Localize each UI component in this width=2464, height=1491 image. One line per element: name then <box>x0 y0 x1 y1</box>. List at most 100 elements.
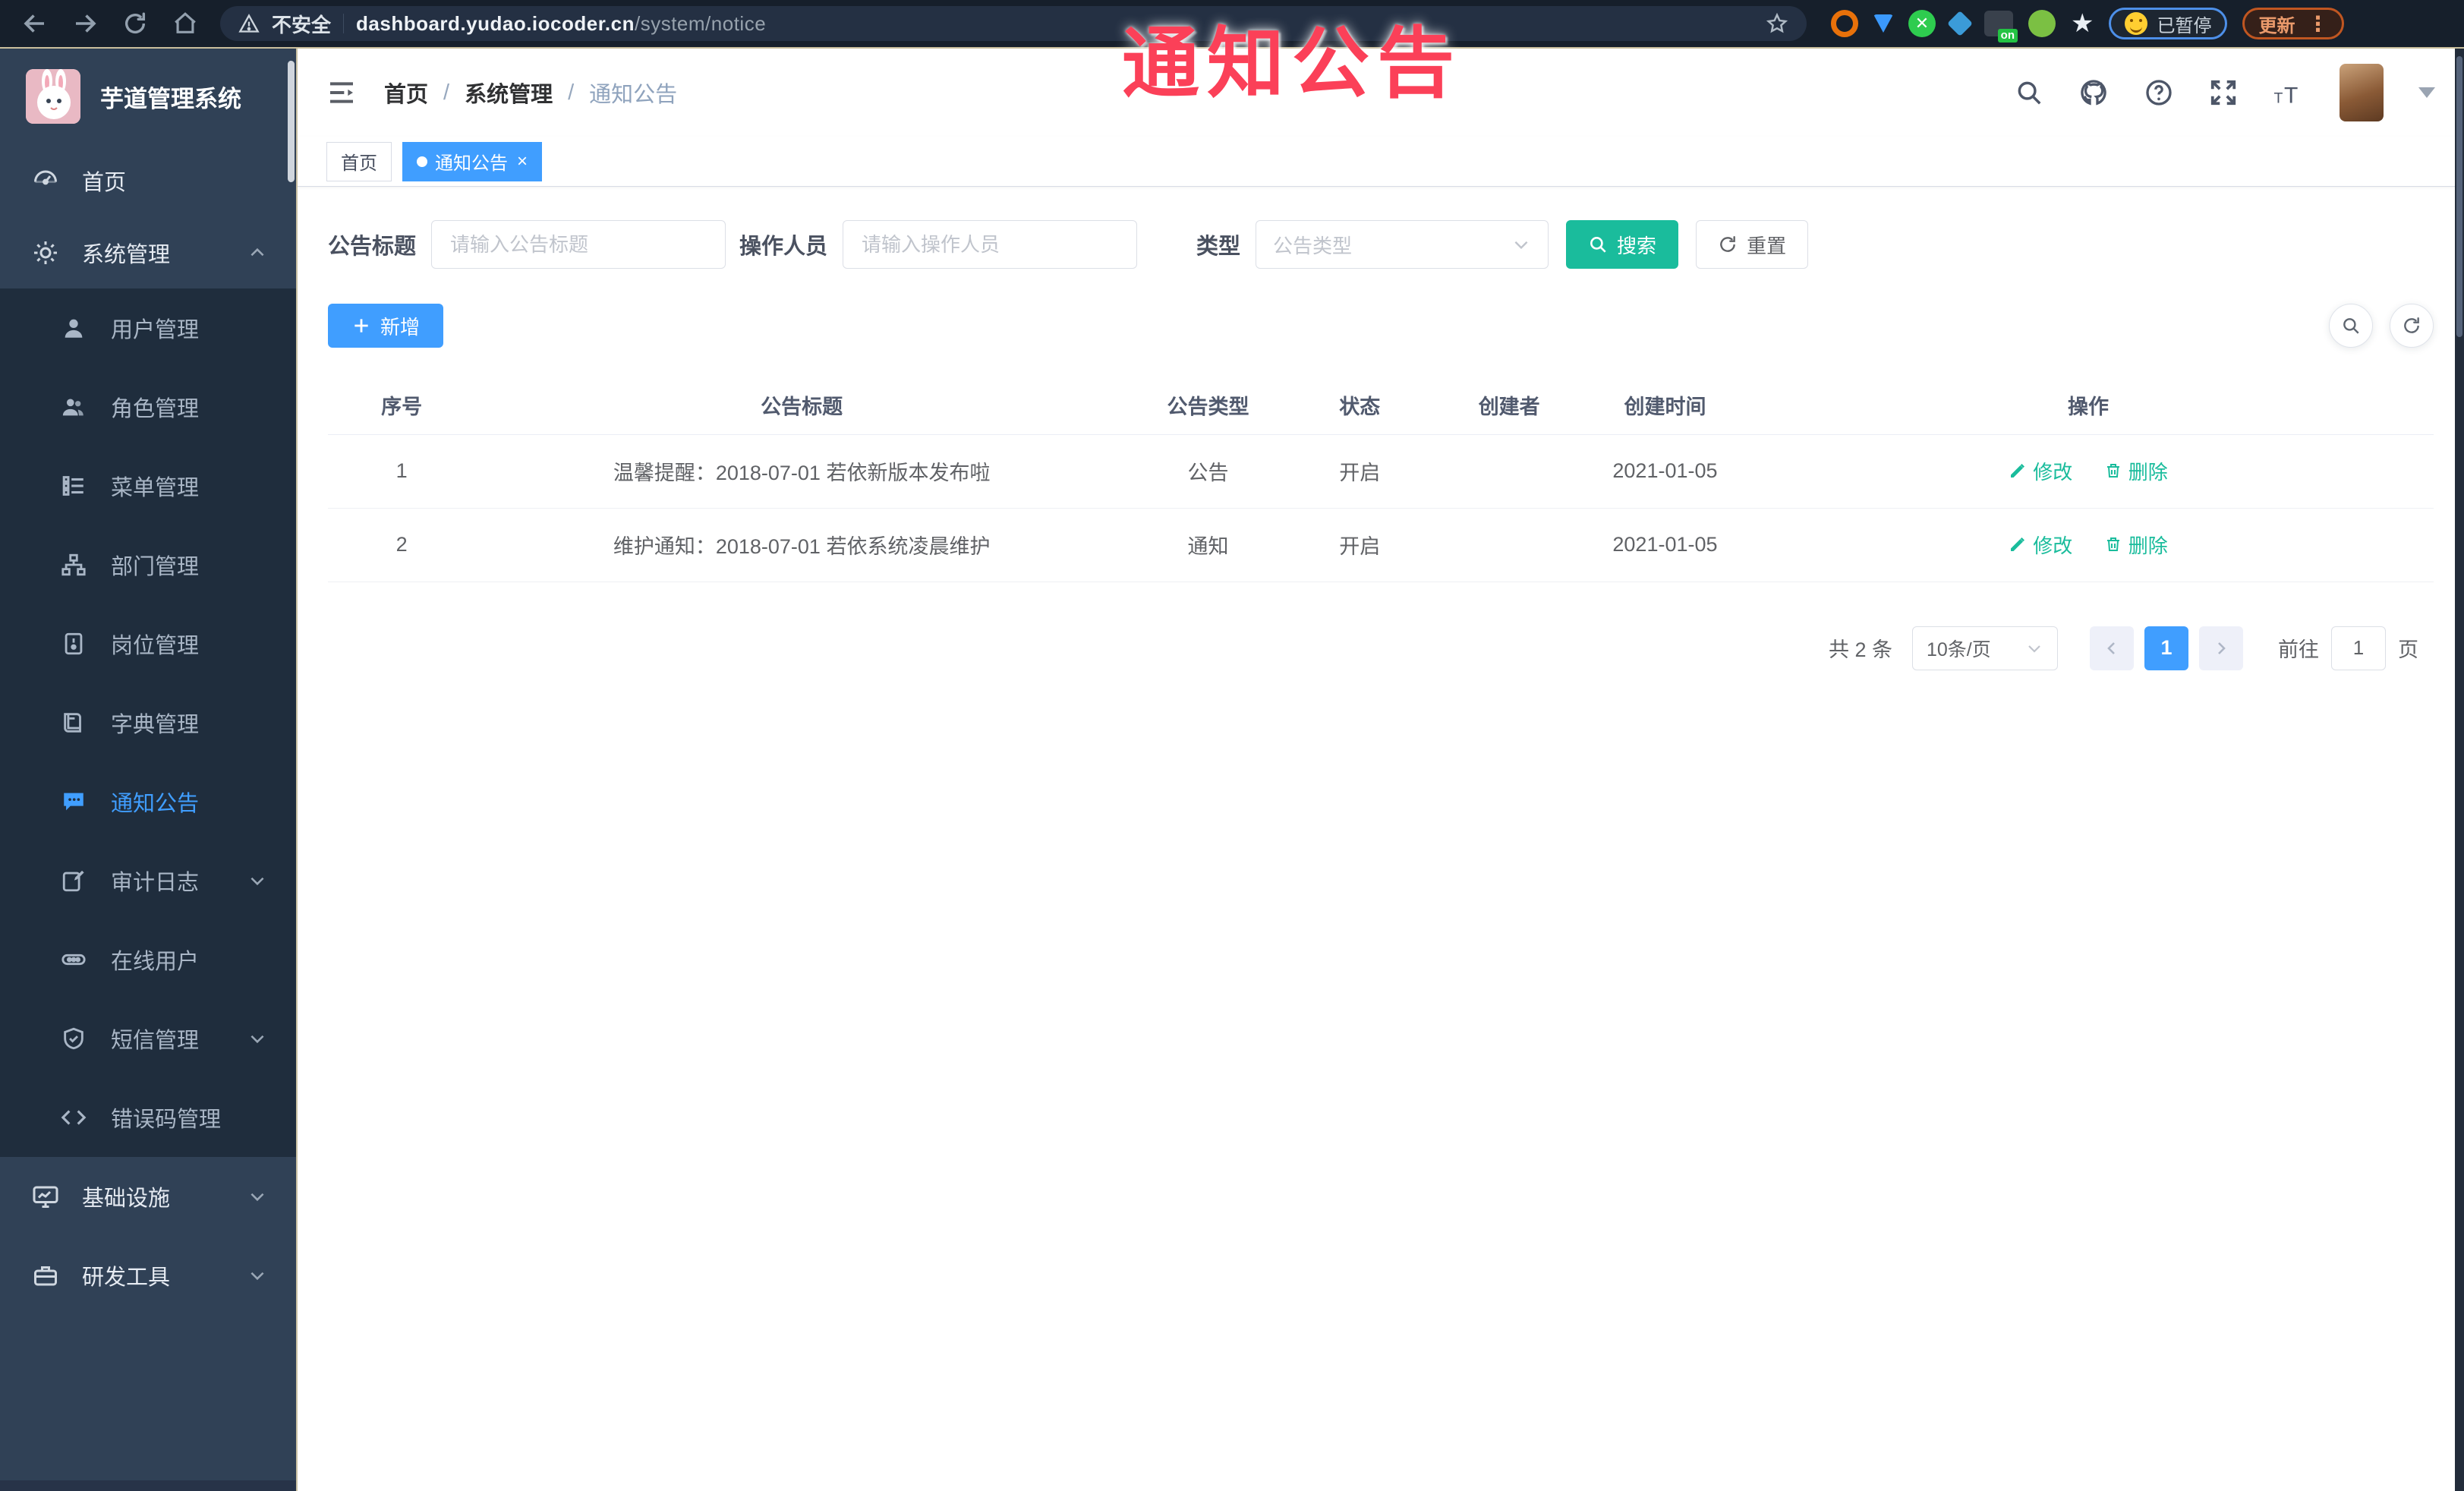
sidebar-item-errorcode-mgmt[interactable]: 错误码管理 <box>0 1078 296 1157</box>
cell-status: 开启 <box>1287 508 1432 582</box>
sidebar-item-infrastructure[interactable]: 基础设施 <box>0 1157 296 1236</box>
delete-link[interactable]: 删除 <box>2104 531 2168 559</box>
forward-icon[interactable] <box>70 8 100 39</box>
navbar-actions: TT <box>2015 64 2435 121</box>
col-index: 序号 <box>328 377 476 435</box>
app-logo <box>26 69 80 124</box>
extension-drop-icon[interactable] <box>1873 14 1893 33</box>
github-icon[interactable] <box>2078 77 2109 108</box>
sidebar-item-system[interactable]: 系统管理 <box>0 216 296 288</box>
page-unit-label: 页 <box>2398 638 2418 661</box>
sidebar-item-label: 系统管理 <box>82 242 171 267</box>
sidebar-item-notice[interactable]: 通知公告 <box>0 762 296 841</box>
sidebar-item-role-mgmt[interactable]: 角色管理 <box>0 367 296 446</box>
sidebar-scrollbar-thumb[interactable] <box>288 61 295 182</box>
gear-icon <box>32 239 59 266</box>
active-dot-icon <box>417 156 427 167</box>
prev-page-button[interactable] <box>2090 626 2134 670</box>
browser-update-button[interactable]: 更新 ⋮ <box>2242 8 2345 39</box>
back-icon[interactable] <box>20 8 50 39</box>
sidebar-item-devtools[interactable]: 研发工具 <box>0 1236 296 1315</box>
avatar-caret-icon[interactable] <box>2418 87 2435 98</box>
add-button[interactable]: 新增 <box>328 304 444 348</box>
help-icon[interactable] <box>2144 77 2174 108</box>
refresh-button[interactable] <box>2390 304 2434 348</box>
title-filter-input[interactable] <box>431 220 726 269</box>
sidebar-item-post-mgmt[interactable]: 岗位管理 <box>0 604 296 683</box>
sidebar-item-label: 短信管理 <box>111 1029 200 1053</box>
system-submenu: 用户管理 角色管理 菜单管理 部门管理 岗位管理 字典管理 通知公告 审计日志 <box>0 288 296 1157</box>
breadcrumb-home[interactable]: 首页 <box>384 77 428 109</box>
dashboard-icon <box>32 167 59 194</box>
menu-list-icon <box>61 473 87 499</box>
breadcrumb-system[interactable]: 系统管理 <box>465 77 553 109</box>
sidebar-item-user-mgmt[interactable]: 用户管理 <box>0 288 296 367</box>
extension-green-icon[interactable]: ✕ <box>1908 10 1936 37</box>
reset-button[interactable]: 重置 <box>1696 220 1809 269</box>
sidebar-item-dept-mgmt[interactable]: 部门管理 <box>0 525 296 604</box>
current-page[interactable]: 1 <box>2144 626 2188 670</box>
page-size-select[interactable]: 10条/页 <box>1912 626 2058 670</box>
sidebar-item-dict-mgmt[interactable]: 字典管理 <box>0 683 296 762</box>
breadcrumb: 首页 / 系统管理 / 通知公告 <box>384 77 677 109</box>
tab-home[interactable]: 首页 <box>326 141 392 181</box>
tab-notice[interactable]: 通知公告 × <box>402 141 543 181</box>
address-bar[interactable]: 不安全 dashboard.yudao.iocoder.cn/system/no… <box>220 6 1807 41</box>
font-size-icon[interactable]: TT <box>2273 78 2305 108</box>
extension-diamond-icon[interactable] <box>1947 11 1973 36</box>
search-button[interactable]: 搜索 <box>1566 220 1679 269</box>
operator-filter-input[interactable] <box>843 220 1138 269</box>
edit-link[interactable]: 修改 <box>2009 531 2072 559</box>
col-created: 创建时间 <box>1586 377 1744 435</box>
sidebar-item-home[interactable]: 首页 <box>0 144 296 216</box>
pagination: 共 2 条 10条/页 1 前往 页 <box>328 626 2434 670</box>
tab-close-icon[interactable]: × <box>517 152 528 171</box>
sidebar-item-sms-mgmt[interactable]: 短信管理 <box>0 999 296 1078</box>
hamburger-icon[interactable] <box>326 77 357 108</box>
viewport-scrollbar[interactable] <box>2455 49 2464 1491</box>
chevron-down-icon <box>247 1029 267 1048</box>
sidebar-item-label: 岗位管理 <box>111 634 200 658</box>
table-row: 1 温馨提醒：2018-07-01 若依新版本发布啦 公告 开启 2021-01… <box>328 434 2434 509</box>
app-logo-row[interactable]: 芋道管理系统 <box>0 49 296 144</box>
browser-menu-icon[interactable]: ⋮ <box>2307 11 2328 36</box>
profile-paused-badge[interactable]: 已暂停 <box>2109 8 2228 39</box>
user-icon <box>61 315 87 341</box>
user-avatar[interactable] <box>2340 64 2384 121</box>
svg-text:T: T <box>2274 90 2283 107</box>
bookmark-star-icon[interactable] <box>1766 12 1788 35</box>
scrollbar-thumb[interactable] <box>2456 56 2462 337</box>
fullscreen-icon[interactable] <box>2209 78 2238 107</box>
delete-link[interactable]: 删除 <box>2104 457 2168 485</box>
tags-view-bar: 首页 通知公告 × <box>298 137 2464 187</box>
cell-creator <box>1431 508 1587 582</box>
extension-star-icon[interactable]: ★ <box>2071 11 2094 36</box>
sidebar-item-menu-mgmt[interactable]: 菜单管理 <box>0 446 296 525</box>
sidebar-item-audit-log[interactable]: 审计日志 <box>0 841 296 920</box>
badge-icon <box>61 631 87 657</box>
svg-text:T: T <box>2284 84 2298 108</box>
chevron-down-icon <box>247 871 267 891</box>
search-icon[interactable] <box>2015 78 2043 107</box>
sidebar-item-label: 首页 <box>82 170 127 195</box>
users-icon <box>61 394 87 420</box>
extension-orange-icon[interactable] <box>1831 10 1858 37</box>
code-icon <box>61 1105 87 1130</box>
cell-type: 公告 <box>1128 434 1288 509</box>
cell-index: 1 <box>328 434 476 509</box>
cell-title: 温馨提醒：2018-07-01 若依新版本发布啦 <box>475 434 1129 509</box>
type-select[interactable]: 公告类型 <box>1256 220 1549 269</box>
security-label[interactable]: 不安全 <box>272 10 331 38</box>
home-icon[interactable] <box>170 8 200 39</box>
extension-switch-icon[interactable]: on <box>1984 11 2018 43</box>
next-page-button[interactable] <box>2199 626 2243 670</box>
reload-icon[interactable] <box>120 8 150 39</box>
browser-chrome: 不安全 dashboard.yudao.iocoder.cn/system/no… <box>0 0 2464 49</box>
goto-page-input[interactable] <box>2331 626 2386 670</box>
sidebar-item-online-users[interactable]: 在线用户 <box>0 920 296 999</box>
edit-link[interactable]: 修改 <box>2009 457 2072 485</box>
breadcrumb-separator: / <box>443 80 450 105</box>
extensions-row: ✕ on ★ 已暂停 更新 ⋮ <box>1831 8 2345 43</box>
toggle-search-button[interactable] <box>2329 304 2373 348</box>
extension-leaf-icon[interactable] <box>2028 10 2056 37</box>
